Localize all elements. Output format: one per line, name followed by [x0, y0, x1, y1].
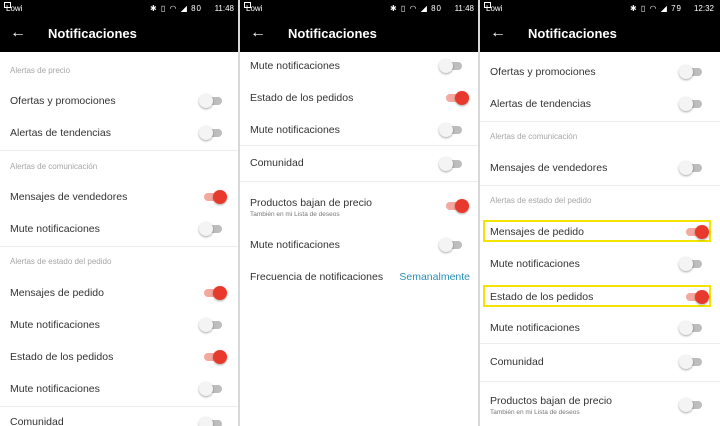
back-arrow-icon[interactable]: ←	[10, 24, 26, 42]
setting-label: Estado de los pedidos	[250, 92, 354, 104]
toggle-switch[interactable]	[201, 285, 227, 301]
setting-label: Comunidad	[250, 157, 304, 169]
signal-icons: ✱ ▯ ◠ ◢ 80	[389, 4, 442, 13]
toggle-switch[interactable]	[199, 416, 225, 426]
divider	[480, 185, 720, 186]
setting-label: Estado de los pedidos	[10, 351, 114, 363]
toggle-switch[interactable]	[201, 349, 227, 365]
toggle-switch[interactable]	[439, 237, 465, 253]
section-header: Alertas de estado del pedido	[490, 196, 592, 205]
setting-label: Mensajes de pedido	[10, 287, 104, 299]
clock: 12:32	[693, 4, 714, 13]
battery-level: 80	[191, 4, 202, 13]
setting-label: Alertas de tendencias	[490, 98, 591, 110]
toggle-switch[interactable]	[199, 381, 225, 397]
setting-label: Frecuencia de notificaciones	[250, 271, 384, 283]
setting-label: Ofertas y promociones	[10, 95, 116, 107]
signal-icons: ✱ ▯ ◠ ◢ 79	[629, 4, 682, 13]
toggle-switch[interactable]	[199, 317, 225, 333]
setting-label: Alertas de tendencias	[10, 127, 111, 139]
carrier-name: Lowi	[486, 4, 503, 13]
setting-label: Mute notificaciones	[10, 383, 100, 395]
setting-label: Estado de los pedidos	[490, 291, 594, 303]
screen-3: Lowi ✱ ▯ ◠ ◢ 79 12:32 ← Notificaciones O…	[480, 0, 720, 426]
toggle-switch[interactable]	[199, 125, 225, 141]
carrier-name: Lowi	[6, 4, 23, 13]
setting-label: Mute notificaciones	[490, 258, 580, 270]
toggle-switch[interactable]	[679, 96, 705, 112]
status-bar: Lowi ✱ ▯ ◠ ◢ 79 12:32	[480, 0, 720, 16]
toggle-switch[interactable]	[201, 189, 227, 205]
setting-label: Comunidad	[490, 356, 544, 368]
setting-label: Mensajes de vendedores	[10, 191, 128, 203]
toggle-switch[interactable]	[199, 221, 225, 237]
divider	[480, 343, 720, 344]
toggle-switch[interactable]	[199, 93, 225, 109]
toggle-switch[interactable]	[439, 58, 465, 74]
toggle-switch[interactable]	[439, 156, 465, 172]
toggle-switch[interactable]	[683, 224, 709, 240]
divider	[0, 150, 240, 151]
setting-label: Mute notificaciones	[10, 319, 100, 331]
setting-label: Mute notificaciones	[250, 60, 340, 72]
divider	[0, 246, 240, 247]
toggle-switch[interactable]	[679, 320, 705, 336]
app-bar: ← Notificaciones	[240, 16, 480, 52]
setting-label: Mute notificaciones	[10, 223, 100, 235]
clock: 11:48	[454, 4, 474, 13]
toggle-switch[interactable]	[439, 122, 465, 138]
setting-label: Mute notificaciones	[250, 239, 340, 251]
signal-icons: ✱ ▯ ◠ ◢ 80	[149, 4, 202, 13]
app-bar: ← Notificaciones	[480, 16, 720, 52]
setting-label: Ofertas y promociones	[490, 66, 596, 78]
divider	[0, 406, 240, 407]
toggle-switch[interactable]	[443, 198, 469, 214]
divider	[480, 381, 720, 382]
toggle-switch[interactable]	[679, 160, 705, 176]
battery-level: 80	[431, 4, 442, 13]
battery-level: 79	[671, 4, 682, 13]
toggle-switch[interactable]	[679, 397, 705, 413]
divider	[240, 145, 480, 146]
toggle-switch[interactable]	[683, 289, 709, 305]
status-bar: Lowi ✱ ▯ ◠ ◢ 80 11:48	[0, 0, 240, 16]
toggle-switch[interactable]	[443, 90, 469, 106]
page-title: Notificaciones	[48, 26, 137, 41]
app-bar: ← Notificaciones	[0, 16, 240, 52]
setting-label: Comunidad	[10, 416, 64, 426]
toggle-switch[interactable]	[679, 256, 705, 272]
clock: 11:48	[214, 4, 234, 13]
divider	[240, 181, 480, 182]
screen-1: Lowi ✱ ▯ ◠ ◢ 80 11:48 ← Notificaciones A…	[0, 0, 240, 426]
page-title: Notificaciones	[288, 26, 377, 41]
setting-label: Mensajes de vendedores	[490, 162, 608, 174]
setting-sublabel: También en mi Lista de deseos	[490, 409, 580, 416]
setting-label: Mute notificaciones	[490, 322, 580, 334]
section-header: Alertas de comunicación	[10, 162, 98, 171]
page-title: Notificaciones	[528, 26, 617, 41]
toggle-switch[interactable]	[679, 354, 705, 370]
back-arrow-icon[interactable]: ←	[250, 24, 266, 42]
setting-label: Mensajes de pedido	[490, 226, 584, 238]
setting-sublabel: También en mi Lista de deseos	[250, 211, 340, 218]
frequency-value[interactable]: Semanalmente	[399, 271, 470, 284]
setting-label: Mute notificaciones	[250, 124, 340, 136]
setting-label: Productos bajan de precio	[490, 395, 612, 407]
divider	[480, 121, 720, 122]
carrier-name: Lowi	[246, 4, 263, 13]
section-header: Alertas de comunicación	[490, 132, 578, 141]
setting-label: Productos bajan de precio	[250, 197, 372, 209]
section-header: Alertas de precio	[10, 66, 71, 75]
screen-2: Lowi ✱ ▯ ◠ ◢ 80 11:48 ← Notificaciones M…	[240, 0, 480, 426]
section-header: Alertas de estado del pedido	[10, 257, 112, 266]
toggle-switch[interactable]	[679, 64, 705, 80]
status-bar: Lowi ✱ ▯ ◠ ◢ 80 11:48	[240, 0, 480, 16]
back-arrow-icon[interactable]: ←	[490, 24, 506, 42]
